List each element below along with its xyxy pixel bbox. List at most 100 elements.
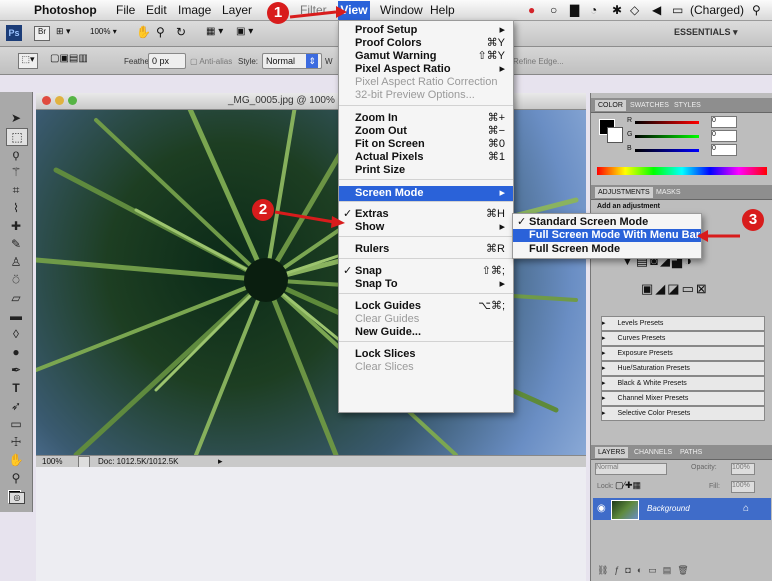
preset-curves[interactable]: ▸ Curves Presets xyxy=(601,331,765,346)
layer-panel-footer-icons[interactable]: ⛓ƒ◘◐▭▤🗑 xyxy=(597,565,695,576)
blend-mode-select[interactable]: Normal xyxy=(595,463,667,475)
view-menu-item-pixel-aspect-ratio[interactable]: Pixel Aspect Ratio ▸ xyxy=(339,63,513,76)
preset-levels[interactable]: ▸ Levels Presets xyxy=(601,316,765,331)
fill-input[interactable]: 100% xyxy=(731,481,755,493)
hand-tool-icon[interactable]: ✋ xyxy=(136,25,151,39)
blue-value-input[interactable]: 0 xyxy=(711,144,737,156)
style-select[interactable]: Normal ⇕ xyxy=(262,53,322,69)
layer-visibility-icon[interactable]: ◉ xyxy=(597,503,606,514)
eraser-tool-icon[interactable]: ▱ xyxy=(6,290,26,306)
tab-color[interactable]: COLOR xyxy=(595,100,626,111)
gradient-tool-icon[interactable]: ▬ xyxy=(6,308,26,324)
antialias-checkbox[interactable]: ▢ Anti-alias xyxy=(190,57,232,66)
view-menu-item-proof-colors[interactable]: Proof Colors ⌘Y xyxy=(339,37,513,50)
view-menu-item-snap[interactable]: ✓ Snap ⇧⌘; xyxy=(339,265,513,278)
menu-filter-partial[interactable]: Filter xyxy=(300,3,327,17)
wifi-icon[interactable]: ◇ xyxy=(630,3,639,17)
view-menu-item-show[interactable]: Show ▸ xyxy=(339,221,513,234)
layer-row-background[interactable]: ◉ Background ⌂ xyxy=(593,498,771,520)
minimize-window-icon[interactable] xyxy=(55,96,64,105)
close-window-icon[interactable] xyxy=(42,96,51,105)
3d-rotate-tool-icon[interactable]: ☩ xyxy=(6,434,26,450)
view-menu-item-fit-on-screen[interactable]: Fit on Screen ⌘0 xyxy=(339,138,513,151)
zoom-tool-icon[interactable]: ⚲ xyxy=(6,470,26,486)
status-zoom[interactable]: 100% xyxy=(42,457,62,466)
history-brush-tool-icon[interactable]: ⍥ xyxy=(6,272,26,288)
view-menu-item-zoom-out[interactable]: Zoom Out ⌘− xyxy=(339,125,513,138)
screen-mode-item-full-screen-mode[interactable]: Full Screen Mode xyxy=(513,243,701,256)
menu-layer[interactable]: Layer xyxy=(222,3,252,17)
zoom-window-icon[interactable] xyxy=(68,96,77,105)
menu-edit[interactable]: Edit xyxy=(146,3,167,17)
volume-icon[interactable]: ◀ xyxy=(652,3,661,17)
preset-selective-color[interactable]: ▸ Selective Color Presets xyxy=(601,406,765,421)
view-menu-item-lock-slices[interactable]: Lock Slices xyxy=(339,348,513,361)
clone-stamp-tool-icon[interactable]: ♙ xyxy=(6,254,26,270)
screen-mode-button[interactable]: ▣ ▾ xyxy=(236,26,253,37)
menu-file[interactable]: File xyxy=(116,3,135,17)
spotlight-icon[interactable]: ⚲ xyxy=(752,3,761,17)
screen-mode-item-full-screen-mode-with-menu-bar[interactable]: Full Screen Mode With Menu Bar xyxy=(513,229,701,242)
tab-masks[interactable]: MASKS xyxy=(653,187,684,198)
tool-preset-picker[interactable]: ⬚▾ xyxy=(18,53,38,69)
refine-edge-button[interactable]: Refine Edge... xyxy=(513,57,564,66)
tab-adjustments[interactable]: ADJUSTMENTS xyxy=(595,187,653,198)
zoom-tool-icon[interactable]: ⚲ xyxy=(156,25,165,39)
brush-tool-icon[interactable]: ✎ xyxy=(6,236,26,252)
move-tool-icon[interactable]: ➤ xyxy=(6,110,26,126)
bridge-icon[interactable]: Br xyxy=(34,26,50,41)
tab-layers[interactable]: LAYERS xyxy=(595,447,629,458)
tab-swatches[interactable]: SWATCHES xyxy=(627,100,672,111)
workspace-essentials[interactable]: ESSENTIALS ▾ xyxy=(674,27,738,38)
color-background-swatch[interactable] xyxy=(607,127,623,143)
shape-tool-icon[interactable]: ▭ xyxy=(6,416,26,432)
screen-icon[interactable]: ▇ xyxy=(570,3,579,17)
preset-black-white[interactable]: ▸ Black & White Presets xyxy=(601,376,765,391)
blur-tool-icon[interactable]: ◊ xyxy=(6,326,26,342)
app-name-menu[interactable]: Photoshop xyxy=(34,3,97,17)
hand-tool-icon[interactable]: ✋ xyxy=(6,452,26,468)
type-tool-icon[interactable]: T xyxy=(6,380,26,396)
green-slider[interactable] xyxy=(635,135,699,138)
rotate-view-icon[interactable]: ↻ xyxy=(176,25,186,39)
green-value-input[interactable]: 0 xyxy=(711,130,737,142)
menu-help[interactable]: Help xyxy=(430,3,455,17)
healing-brush-tool-icon[interactable]: ✚ xyxy=(6,218,26,234)
layer-name[interactable]: Background xyxy=(647,504,690,513)
bluetooth-icon[interactable]: ✱ xyxy=(612,3,622,17)
battery-icon[interactable]: ▭ xyxy=(672,3,683,17)
lock-icons[interactable]: ▢⁄✚▦ xyxy=(615,480,641,491)
menu-view[interactable]: View xyxy=(338,1,370,20)
preset-exposure[interactable]: ▸ Exposure Presets xyxy=(601,346,765,361)
view-extras-button[interactable]: ⊞ ▾ xyxy=(56,26,82,39)
path-selection-tool-icon[interactable]: ➶ xyxy=(6,398,26,414)
tab-styles[interactable]: STYLES xyxy=(671,100,704,111)
view-menu-item-extras[interactable]: ✓ Extras ⌘H xyxy=(339,208,513,221)
feather-input[interactable]: 0 px xyxy=(148,53,186,69)
eyedropper-tool-icon[interactable]: ⌇ xyxy=(6,200,26,216)
pen-tool-icon[interactable]: ✒ xyxy=(6,362,26,378)
red-value-input[interactable]: 0 xyxy=(711,116,737,128)
tab-channels[interactable]: CHANNELS xyxy=(631,447,675,458)
magic-wand-tool-icon[interactable]: ⚚ xyxy=(6,164,26,180)
time-machine-icon[interactable]: ◔ xyxy=(590,3,597,17)
status-arrow-icon[interactable]: ▸ xyxy=(218,456,223,467)
view-menu-item-gamut-warning[interactable]: Gamut Warning ⇧⌘Y xyxy=(339,50,513,63)
color-spectrum-bar[interactable] xyxy=(597,167,767,175)
selection-mode-icons[interactable]: ▢▣▤▥ xyxy=(50,53,110,67)
marquee-tool-icon[interactable]: ⬚ xyxy=(6,128,28,146)
opacity-input[interactable]: 100% xyxy=(731,463,755,475)
view-menu-item-proof-setup[interactable]: Proof Setup ▸ xyxy=(339,24,513,37)
view-menu-item-lock-guides[interactable]: Lock Guides ⌥⌘; xyxy=(339,300,513,313)
view-menu-item-zoom-in[interactable]: Zoom In ⌘+ xyxy=(339,112,513,125)
view-menu-item-actual-pixels[interactable]: Actual Pixels ⌘1 xyxy=(339,151,513,164)
blue-slider[interactable] xyxy=(635,149,699,152)
lasso-tool-icon[interactable]: ϙ xyxy=(6,146,26,162)
zoom-level-dropdown[interactable]: 100% ▾ xyxy=(90,27,117,36)
menu-window[interactable]: Window xyxy=(380,3,423,17)
view-menu-item-new-guide[interactable]: New Guide... xyxy=(339,326,513,339)
adjustment-icons-row-2[interactable]: ▣◢◪▭⊠ xyxy=(641,281,751,299)
menu-image[interactable]: Image xyxy=(178,3,211,17)
arrange-documents-button[interactable]: ▦ ▾ xyxy=(206,26,223,37)
sync-icon[interactable]: ○ xyxy=(550,3,557,17)
